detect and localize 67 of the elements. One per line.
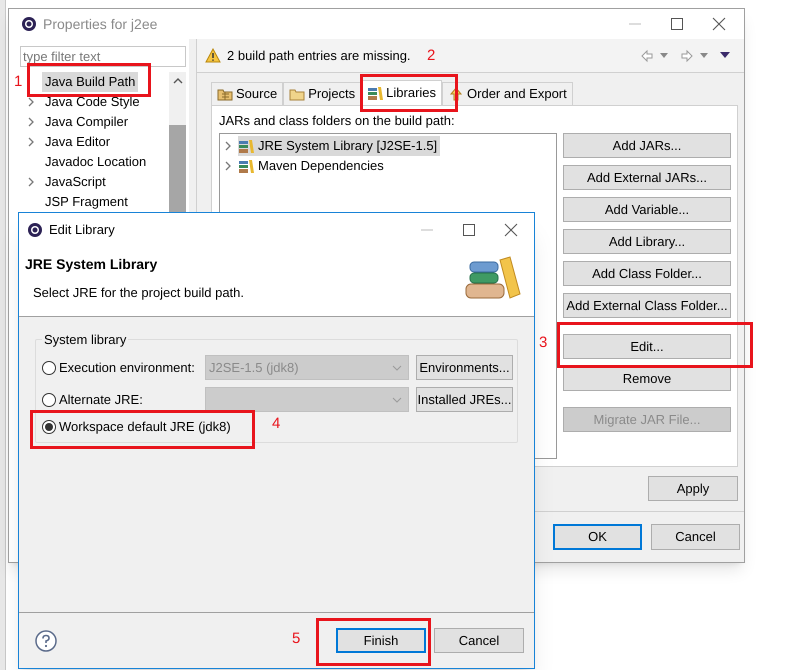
tree-item[interactable]: Java Editor <box>42 132 114 152</box>
chevron-icon[interactable] <box>27 177 35 187</box>
warning-message: 2 build path entries are missing. <box>227 46 411 65</box>
back-arrow-icon[interactable] <box>640 48 654 64</box>
tree-item[interactable]: Java Build Path <box>42 72 138 92</box>
radio-label[interactable]: Alternate JRE: <box>59 390 205 410</box>
radio-button[interactable] <box>42 360 56 374</box>
step-number: 5 <box>292 631 300 647</box>
books-icon <box>367 85 384 101</box>
step-number: 1 <box>14 74 22 90</box>
tree-item[interactable]: JavaScript <box>42 172 109 192</box>
close-icon[interactable] <box>712 17 726 31</box>
button[interactable]: Environments... <box>416 355 513 380</box>
button[interactable]: Cancel <box>651 524 740 550</box>
dialog-title: Edit Library <box>49 220 115 239</box>
dialog-description: Select JRE for the project build path. <box>33 284 246 302</box>
list-item[interactable]: Maven Dependencies <box>238 156 387 176</box>
tree-item[interactable]: Java Compiler <box>42 112 132 132</box>
button[interactable]: Remove <box>563 366 731 391</box>
dropdown-icon[interactable] <box>700 52 708 58</box>
radio-label[interactable]: Execution environment: <box>59 358 205 378</box>
view-menu-icon[interactable] <box>720 52 730 59</box>
books-icon <box>238 138 254 154</box>
button[interactable]: Add Library... <box>563 229 731 254</box>
tab[interactable]: Source <box>211 82 284 105</box>
button[interactable]: OK <box>553 524 642 550</box>
button[interactable]: Cancel <box>434 628 524 653</box>
chevron-icon[interactable] <box>27 137 35 147</box>
tree-item[interactable]: Javadoc Location <box>42 152 150 172</box>
list-item[interactable]: JRE System Library [J2SE-1.5] <box>238 136 440 156</box>
caret-icon <box>392 364 402 370</box>
button[interactable]: Finish <box>336 628 426 653</box>
list-caption: JARs and class folders on the build path: <box>219 112 456 129</box>
button[interactable]: Add External JARs... <box>563 165 731 190</box>
scroll-up-icon[interactable] <box>172 77 182 85</box>
radio-button[interactable] <box>42 392 56 406</box>
step-number: 3 <box>539 335 548 351</box>
filter-field[interactable]: type filter text <box>20 46 186 67</box>
dialog-heading: JRE System Library <box>25 255 158 274</box>
close-icon[interactable] <box>504 222 518 236</box>
button[interactable]: Add JARs... <box>563 133 731 158</box>
help-icon[interactable] <box>35 630 57 652</box>
tab[interactable]: Libraries <box>361 80 442 105</box>
forward-arrow-icon[interactable] <box>680 48 694 64</box>
step-number: 2 <box>427 48 436 64</box>
dropdown-icon[interactable] <box>660 52 668 58</box>
button[interactable]: Add External Class Folder... <box>563 293 731 318</box>
button[interactable]: Installed JREs... <box>416 387 513 412</box>
window-title: Properties for j2ee <box>43 14 158 34</box>
radio-button[interactable] <box>42 420 56 434</box>
maximize-icon[interactable] <box>670 17 684 31</box>
maximize-icon[interactable] <box>462 222 476 236</box>
chevron-icon[interactable] <box>27 117 35 127</box>
radio-label[interactable]: Workspace default JRE (jdk8) <box>59 417 231 437</box>
tab[interactable]: Projects <box>283 82 362 105</box>
books-icon <box>238 158 254 174</box>
button[interactable]: Edit... <box>563 334 731 359</box>
button[interactable]: Apply <box>648 476 738 501</box>
button[interactable]: Add Class Folder... <box>563 261 731 286</box>
step-number: 4 <box>272 416 280 432</box>
chevron-icon[interactable] <box>27 97 35 107</box>
button[interactable]: Add Variable... <box>563 197 731 222</box>
warning-icon <box>205 48 221 64</box>
tree-item[interactable]: Java Code Style <box>42 92 143 112</box>
dropdown-field[interactable] <box>205 387 409 412</box>
caret-icon <box>392 396 402 402</box>
tree-item[interactable]: JSP Fragment <box>42 192 131 212</box>
